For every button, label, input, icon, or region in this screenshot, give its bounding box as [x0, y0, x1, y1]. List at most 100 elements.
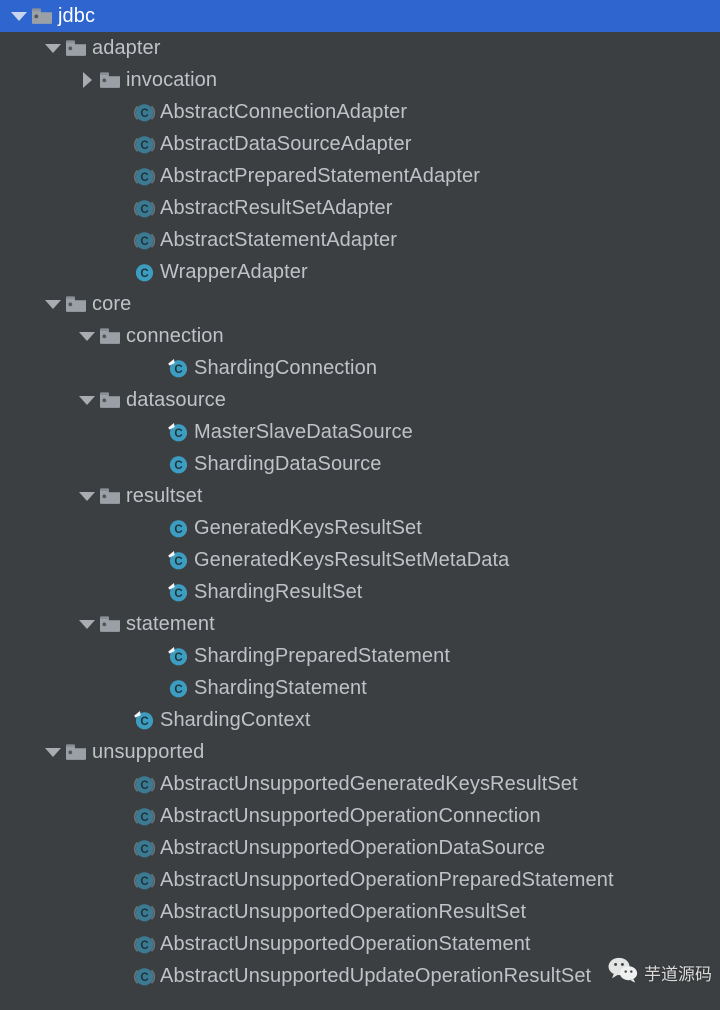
svg-text:C: C — [140, 172, 148, 184]
tree-twisty-placeholder — [110, 256, 132, 288]
tree-item-label: AbstractUnsupportedOperationStatement — [160, 933, 531, 955]
chevron-down-icon[interactable] — [42, 32, 64, 64]
tree-item-folder[interactable]: resultset — [0, 480, 720, 512]
tree-item-label: GeneratedKeysResultSet — [194, 517, 422, 539]
tree-item-class[interactable]: C GeneratedKeysResultSetMetaData — [0, 544, 720, 576]
tree-twisty-placeholder — [110, 960, 132, 992]
svg-text:C: C — [174, 364, 182, 376]
tree-item-folder[interactable]: unsupported — [0, 736, 720, 768]
tree-item-class[interactable]: C ShardingStatement — [0, 672, 720, 704]
tree-twisty-placeholder — [110, 832, 132, 864]
tree-item-label: AbstractUnsupportedOperationDataSource — [160, 837, 546, 859]
tree-item-class[interactable]: C ShardingConnection — [0, 352, 720, 384]
tree-item-label: AbstractUnsupportedOperationConnection — [160, 805, 541, 827]
tree-item-class[interactable]: C ShardingContext — [0, 704, 720, 736]
tree-item-class[interactable]: C AbstractDataSourceAdapter — [0, 128, 720, 160]
class-icon: C — [166, 448, 190, 480]
class-override-icon: C — [132, 704, 156, 736]
tree-item-class[interactable]: C GeneratedKeysResultSet — [0, 512, 720, 544]
tree-item-class[interactable]: C AbstractUnsupportedOperationPreparedSta… — [0, 864, 720, 896]
tree-twisty-placeholder — [144, 640, 166, 672]
tree-item-label: GeneratedKeysResultSetMetaData — [194, 549, 510, 571]
chevron-down-icon[interactable] — [42, 288, 64, 320]
tree-item-label: ShardingDataSource — [194, 453, 382, 475]
tree-item-class[interactable]: C AbstractUnsupportedOperationResultSet — [0, 896, 720, 928]
tree-item-class[interactable]: C MasterSlaveDataSource — [0, 416, 720, 448]
tree-item-label: AbstractUnsupportedOperationPreparedStat… — [160, 869, 614, 891]
tree-item-class[interactable]: C ShardingDataSource — [0, 448, 720, 480]
tree-item-class[interactable]: C ShardingResultSet — [0, 576, 720, 608]
tree-item-label: adapter — [92, 37, 161, 59]
tree-item-folder[interactable]: jdbc — [0, 0, 720, 32]
tree-item-label: AbstractUnsupportedOperationResultSet — [160, 901, 527, 923]
tree-twisty-placeholder — [110, 160, 132, 192]
tree-item-folder[interactable]: adapter — [0, 32, 720, 64]
abstract-class-icon: C — [132, 96, 156, 128]
tree-twisty-placeholder — [144, 416, 166, 448]
tree-item-class[interactable]: C WrapperAdapter — [0, 256, 720, 288]
tree-item-folder[interactable]: datasource — [0, 384, 720, 416]
svg-text:C: C — [140, 204, 148, 216]
chevron-down-icon[interactable] — [76, 608, 98, 640]
svg-text:C: C — [174, 652, 182, 664]
class-override-icon: C — [166, 640, 190, 672]
tree-item-folder[interactable]: invocation — [0, 64, 720, 96]
tree-item-label: ShardingContext — [160, 709, 311, 731]
abstract-class-icon: C — [132, 896, 156, 928]
tree-item-label: ShardingPreparedStatement — [194, 645, 450, 667]
folder-icon — [64, 736, 88, 768]
tree-item-class[interactable]: C AbstractUnsupportedOperationDataSource — [0, 832, 720, 864]
tree-item-class[interactable]: C AbstractConnectionAdapter — [0, 96, 720, 128]
tree-twisty-placeholder — [110, 224, 132, 256]
chevron-right-icon[interactable] — [76, 64, 98, 96]
tree-item-label: datasource — [126, 389, 226, 411]
tree-item-folder[interactable]: core — [0, 288, 720, 320]
tree-twisty-placeholder — [144, 544, 166, 576]
abstract-class-icon: C — [132, 928, 156, 960]
chevron-down-icon[interactable] — [76, 480, 98, 512]
project-tree[interactable]: jdbc adapter invocation C AbstractConnection… — [0, 0, 720, 1010]
chevron-down-icon[interactable] — [42, 736, 64, 768]
tree-item-class[interactable]: C AbstractUnsupportedUpdateOperationResul… — [0, 960, 720, 992]
tree-item-folder[interactable]: statement — [0, 608, 720, 640]
tree-item-label: invocation — [126, 69, 218, 91]
tree-item-label: AbstractStatementAdapter — [160, 229, 397, 251]
svg-text:C: C — [140, 268, 148, 280]
tree-item-label: connection — [126, 325, 224, 347]
tree-item-label: AbstractResultSetAdapter — [160, 197, 393, 219]
tree-item-class[interactable]: C ShardingPreparedStatement — [0, 640, 720, 672]
tree-item-label: statement — [126, 613, 215, 635]
chevron-down-icon[interactable] — [76, 320, 98, 352]
folder-icon — [98, 384, 122, 416]
tree-twisty-placeholder — [110, 896, 132, 928]
tree-item-class[interactable]: C AbstractStatementAdapter — [0, 224, 720, 256]
chevron-down-icon[interactable] — [8, 0, 30, 32]
tree-item-label: AbstractConnectionAdapter — [160, 101, 408, 123]
tree-item-class[interactable]: C AbstractPreparedStatementAdapter — [0, 160, 720, 192]
folder-icon — [98, 608, 122, 640]
tree-item-class[interactable]: C AbstractUnsupportedOperationConnection — [0, 800, 720, 832]
tree-item-label: AbstractUnsupportedGeneratedKeysResultSe… — [160, 773, 578, 795]
chevron-down-icon[interactable] — [76, 384, 98, 416]
tree-item-class[interactable]: C AbstractUnsupportedOperationStatement — [0, 928, 720, 960]
tree-twisty-placeholder — [144, 576, 166, 608]
class-icon: C — [166, 512, 190, 544]
folder-icon — [64, 32, 88, 64]
tree-item-class[interactable]: C AbstractResultSetAdapter — [0, 192, 720, 224]
svg-text:C: C — [174, 588, 182, 600]
tree-item-class[interactable]: C AbstractUnsupportedGeneratedKeysResultS… — [0, 768, 720, 800]
abstract-class-icon: C — [132, 192, 156, 224]
svg-text:C: C — [140, 876, 148, 888]
tree-item-folder[interactable]: connection — [0, 320, 720, 352]
